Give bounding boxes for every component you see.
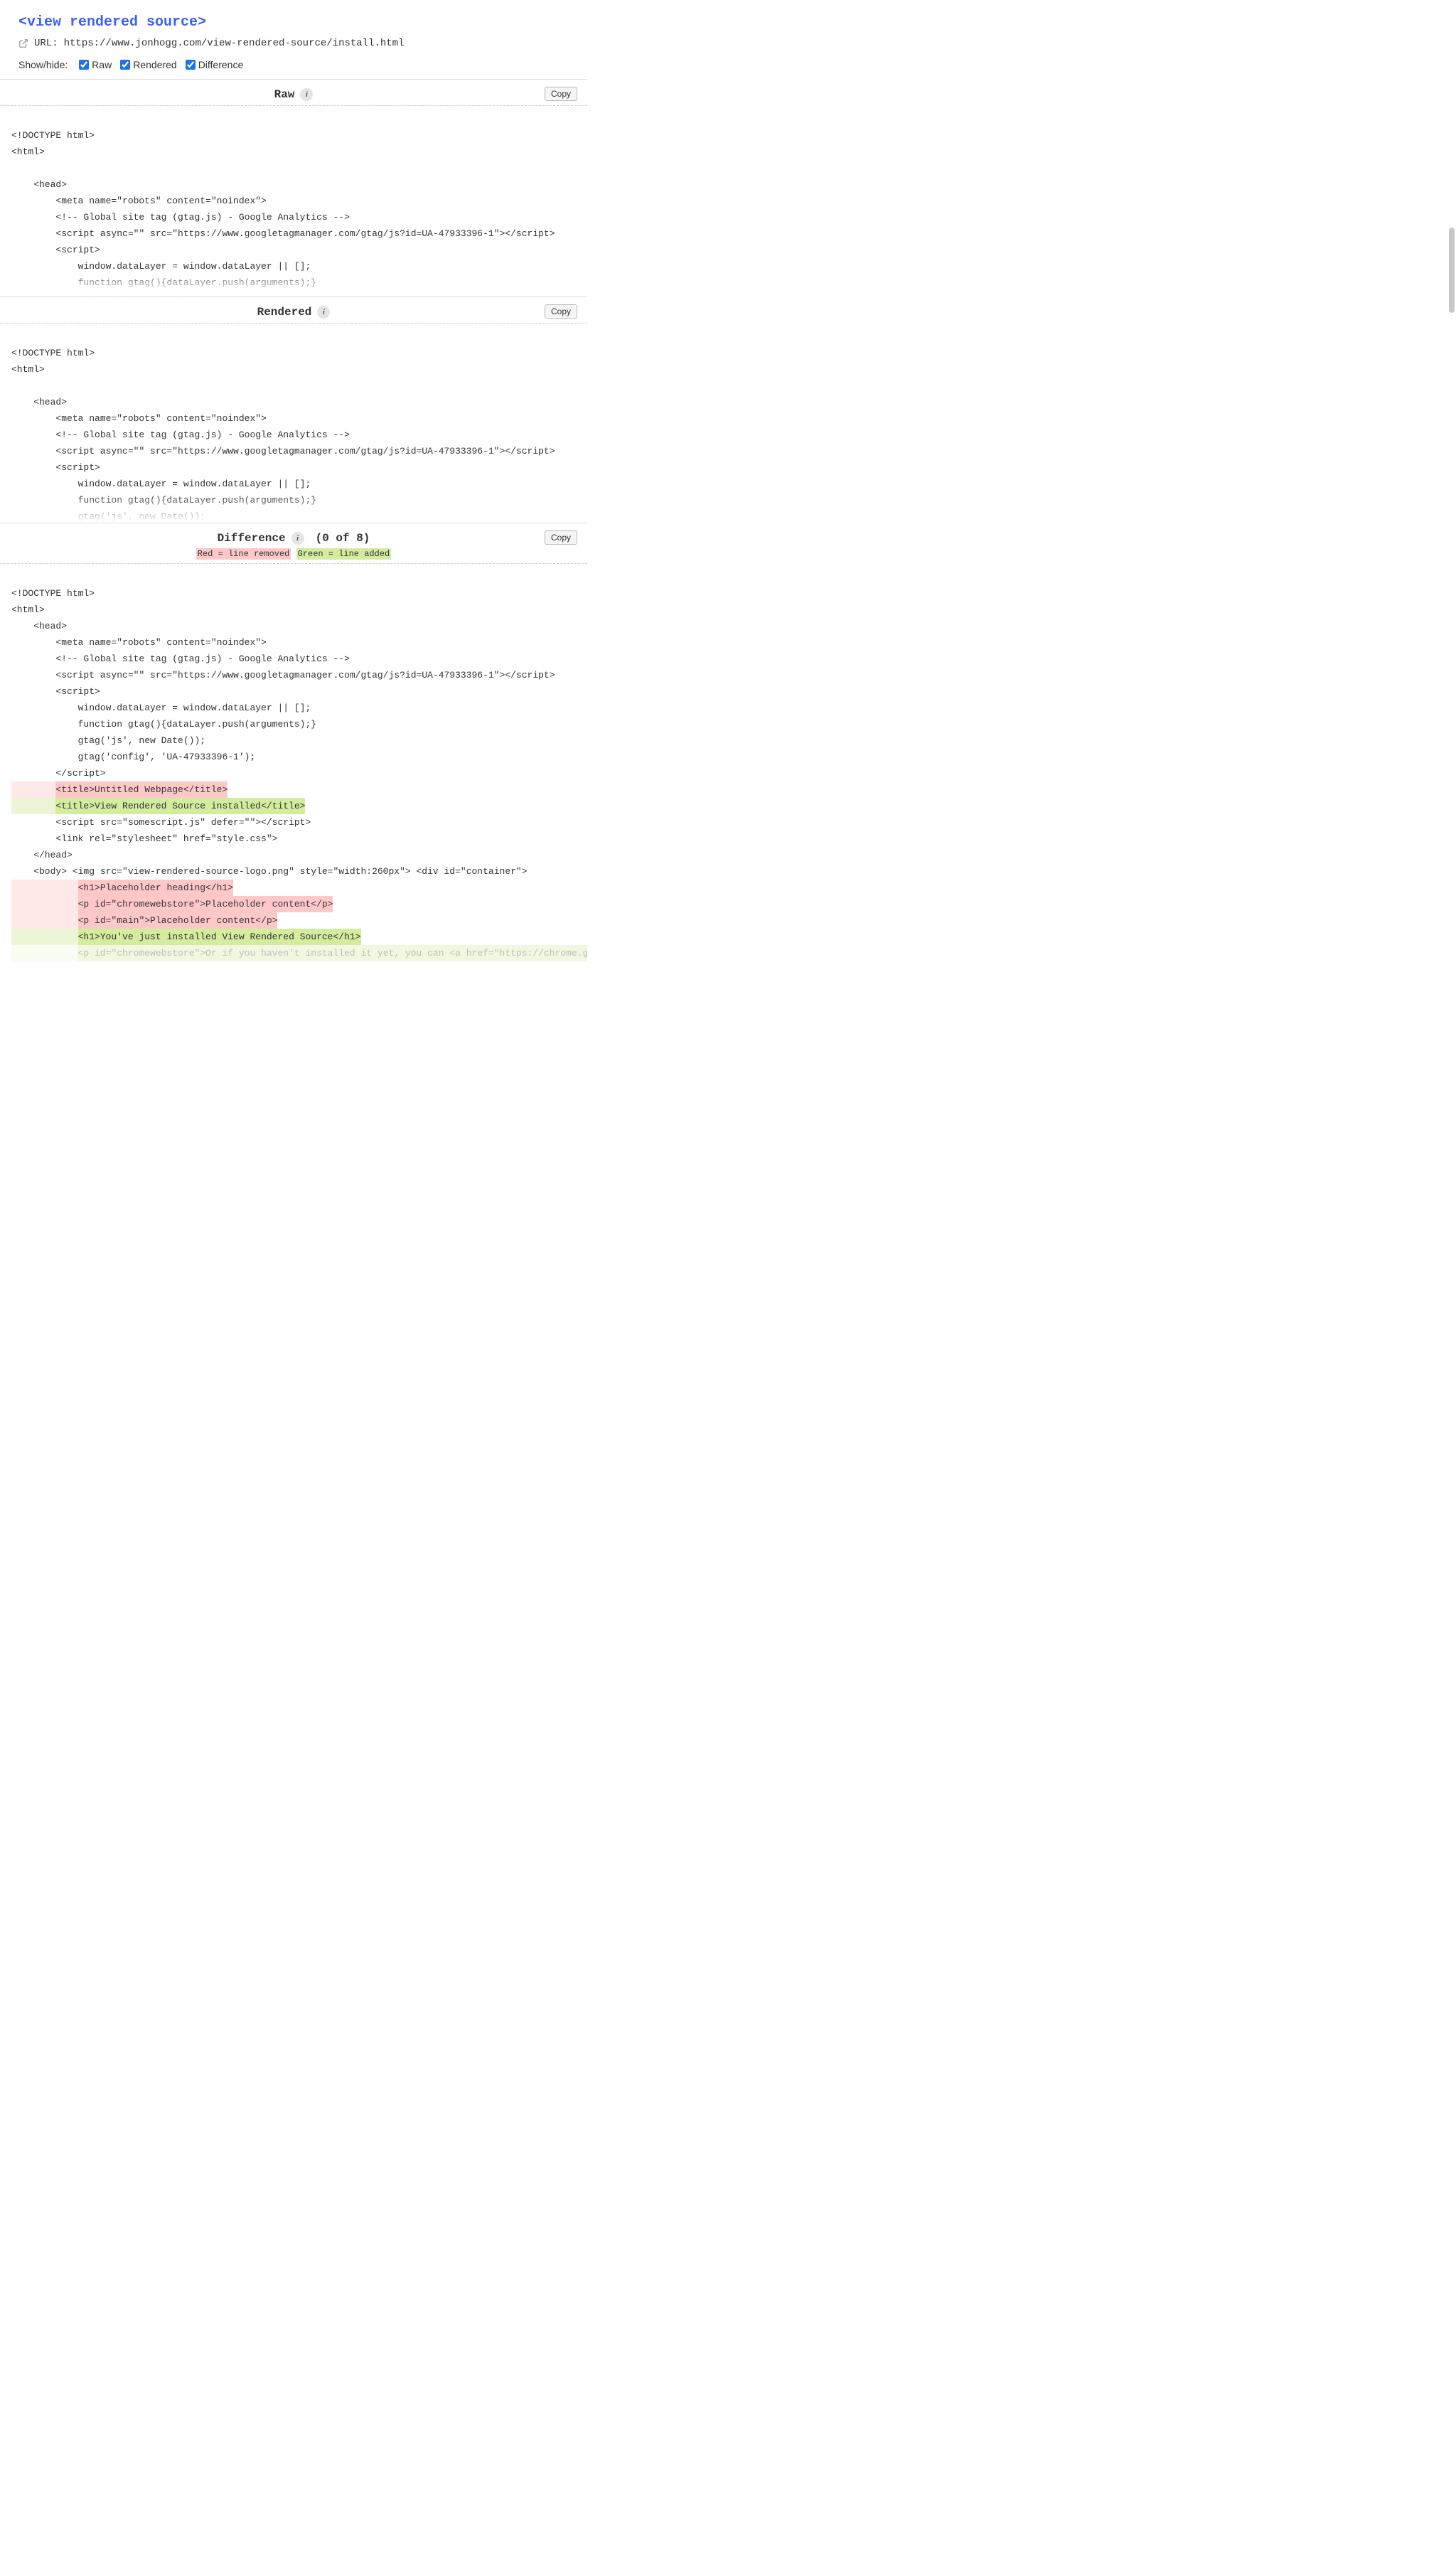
checkbox-raw[interactable] <box>79 60 89 70</box>
checkbox-rendered[interactable] <box>120 60 130 70</box>
scrollbar-track[interactable] <box>1447 85 1456 2562</box>
app-logo: <view rendered source> <box>18 14 569 31</box>
header-bar: <view rendered source> URL: https://www.… <box>0 0 587 79</box>
logo-bracket-close: > <box>198 14 206 31</box>
difference-title-wrap: Difference i (0 of 8) <box>218 532 370 545</box>
diff-removed-line: <p id="main">Placeholder content</p> <box>11 912 587 929</box>
diff-removed-line: <p id="chromewebstore">Placeholder conte… <box>11 896 587 912</box>
diff-removed-line: <h1>Placeholder heading</h1> <box>11 880 587 896</box>
url-row: URL: https://www.jonhogg.com/view-render… <box>18 38 569 49</box>
info-icon[interactable]: i <box>300 88 313 101</box>
checkbox-rendered-text: Rendered <box>133 59 177 70</box>
raw-code-pane[interactable]: <!DOCTYPE html> <html> <head> <meta name… <box>0 106 587 297</box>
difference-title: Difference <box>218 532 286 545</box>
rendered-title: Rendered <box>257 306 312 319</box>
checkbox-difference-text: Difference <box>198 59 244 70</box>
raw-section-header: Raw i Copy <box>0 80 587 106</box>
copy-raw-button[interactable]: Copy <box>545 87 577 101</box>
checkbox-rendered-label[interactable]: Rendered <box>120 59 177 70</box>
raw-title: Raw <box>274 88 295 101</box>
external-link-icon <box>18 38 28 48</box>
raw-title-wrap: Raw i <box>274 88 314 101</box>
checkbox-difference[interactable] <box>186 60 196 70</box>
legend-red: Red = line removed <box>196 548 291 560</box>
info-icon[interactable]: i <box>291 532 304 545</box>
checkbox-raw-text: Raw <box>92 59 112 70</box>
logo-text: view rendered source <box>27 14 198 31</box>
logo-bracket-open: < <box>18 14 27 31</box>
difference-count: (0 of 8) <box>316 532 370 545</box>
diff-added-line: <title>View Rendered Source installed</t… <box>11 798 587 814</box>
rendered-code-pane[interactable]: <!DOCTYPE html> <html> <head> <meta name… <box>0 324 587 523</box>
diff-legend: Red = line removed Green = line added <box>0 549 587 559</box>
raw-section: Raw i Copy <!DOCTYPE html> <html> <head>… <box>0 79 587 297</box>
difference-section-header: Difference i (0 of 8) Red = line removed… <box>0 523 587 564</box>
url-value: https://www.jonhogg.com/view-rendered-so… <box>64 38 405 49</box>
checkbox-raw-label[interactable]: Raw <box>79 59 112 70</box>
difference-section: Difference i (0 of 8) Red = line removed… <box>0 523 587 976</box>
difference-code-pane[interactable]: <!DOCTYPE html><html> <head> <meta name=… <box>0 564 587 976</box>
rendered-title-wrap: Rendered i <box>257 306 331 319</box>
rendered-section-header: Rendered i Copy <box>0 297 587 324</box>
url-label: URL: <box>34 38 58 49</box>
diff-added-line: <h1>You've just installed View Rendered … <box>11 929 587 945</box>
legend-green: Green = line added <box>296 548 392 560</box>
info-icon[interactable]: i <box>317 306 330 319</box>
showhide-row: Show/hide: Raw Rendered Difference <box>18 59 569 70</box>
copy-difference-button[interactable]: Copy <box>545 530 577 545</box>
scrollbar-thumb[interactable] <box>1449 228 1455 313</box>
diff-added-line: <p id="chromewebstore">Or if you haven't… <box>11 945 587 961</box>
diff-removed-line: <title>Untitled Webpage</title> <box>11 781 587 798</box>
rendered-section: Rendered i Copy <!DOCTYPE html> <html> <… <box>0 297 587 523</box>
showhide-label: Show/hide: <box>18 59 68 70</box>
copy-rendered-button[interactable]: Copy <box>545 304 577 319</box>
checkbox-difference-label[interactable]: Difference <box>186 59 244 70</box>
